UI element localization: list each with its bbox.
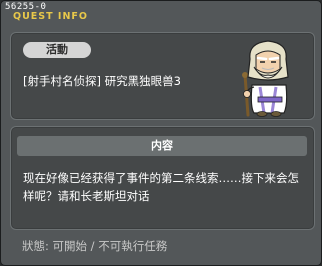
- quest-name: [射手村名侦探] 研究黑独眼兽3: [23, 74, 181, 88]
- quest-info-window: 56255-0 QUEST INFO 活動 [射手村名侦探] 研究黑独眼兽3 内…: [0, 0, 322, 266]
- quest-status: 狀態: 可開始 / 不可執行任務: [22, 239, 168, 253]
- content-header: 内容: [17, 136, 307, 156]
- quest-summary-panel: 活動 [射手村名侦探] 研究黑独眼兽3: [10, 32, 315, 120]
- elder-npc-icon: [242, 40, 289, 117]
- title-bar[interactable]: 56255-0 QUEST INFO: [1, 1, 321, 23]
- category-badge: 活動: [23, 42, 91, 58]
- quest-description: 现在好像已经获得了事件的第二条线索……接下来会怎样呢？请和长老斯坦对话: [23, 171, 299, 203]
- window-title: QUEST INFO: [13, 11, 88, 22]
- quest-details-panel: 内容 现在好像已经获得了事件的第二条线索……接下来会怎样呢？请和长老斯坦对话: [10, 126, 315, 230]
